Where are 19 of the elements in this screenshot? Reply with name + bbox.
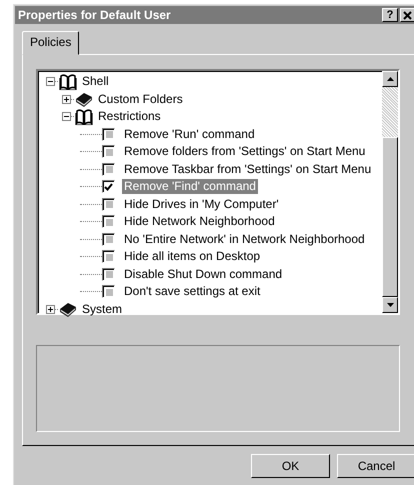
tab[interactable]: Policies xyxy=(22,31,80,55)
policy-item[interactable]: Remove Taskbar from 'Settings' on Start Menu xyxy=(122,162,374,177)
ok-button[interactable]: OK xyxy=(251,454,330,478)
cancel-button[interactable]: Cancel xyxy=(337,454,414,478)
policy-item[interactable]: Hide Network Neighborhood xyxy=(122,214,277,230)
tree-item[interactable]: Restrictions xyxy=(96,109,163,124)
policy-item[interactable]: Remove 'Run' command xyxy=(122,126,257,142)
tree-item[interactable]: Shell xyxy=(80,74,111,90)
tree-item[interactable]: System xyxy=(80,302,124,317)
policy-item[interactable]: Hide Drives in 'My Computer' xyxy=(122,196,281,212)
window-title: Properties for Default User xyxy=(18,8,172,22)
policy-item[interactable]: Hide all items on Desktop xyxy=(122,249,262,264)
policy-item[interactable]: Disable Shut Down command xyxy=(122,266,284,282)
policy-item[interactable]: No 'Entire Network' in Network Neighborhood xyxy=(122,232,367,247)
policy-item[interactable]: Don't save settings at exit xyxy=(122,284,262,300)
policy-item[interactable]: Remove folders from 'Settings' on Start Menu xyxy=(122,144,368,160)
policy-item[interactable]: Remove 'Find' command xyxy=(122,179,258,194)
tree-item[interactable]: Custom Folders xyxy=(96,92,185,107)
help-button[interactable]: ? xyxy=(382,8,398,22)
